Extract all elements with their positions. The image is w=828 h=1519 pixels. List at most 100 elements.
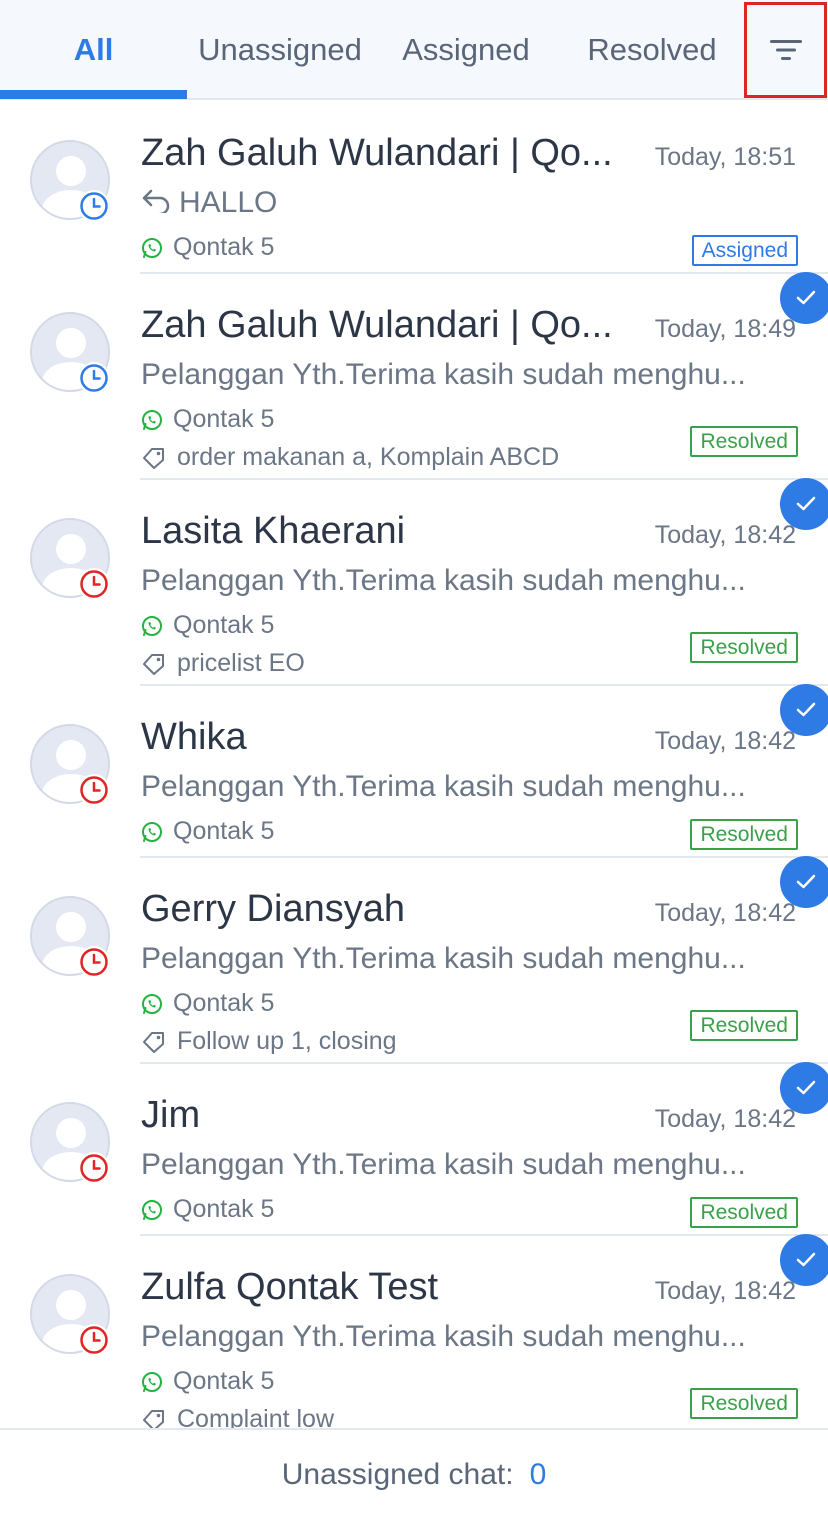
channel: Qontak 5 [141,817,274,846]
channel: Qontak 5 [141,233,274,262]
status-badge: Resolved [690,1388,798,1419]
whatsapp-icon [142,237,162,258]
last-message: Pelanggan Yth.Terima kasih sudah menghu.… [141,1148,791,1182]
contact-name: Whika [141,716,247,758]
last-message: HALLO [141,186,791,221]
checkmark-icon [780,1234,828,1286]
last-message: Pelanggan Yth.Terima kasih sudah menghu.… [141,770,791,804]
whatsapp-icon [142,993,162,1014]
conversation-item[interactable]: Zah Galuh Wulandari | Qo... Today, 18:49 P… [0,272,828,480]
conversation-item[interactable]: Zah Galuh Wulandari | Qo... Today, 18:51 … [0,102,828,274]
checkmark-icon [780,684,828,736]
channel: Qontak 5 [141,989,274,1018]
filter-icon [769,40,802,60]
reply-icon [141,187,171,221]
conversation-item[interactable]: Whika Today, 18:42 Pelanggan Yth.Terima ka… [0,684,828,858]
contact-name: Zah Galuh Wulandari | Qo... [141,304,613,346]
inbox-tabs: All Unassigned Assigned Resolved [0,0,828,100]
whatsapp-icon [142,1371,162,1392]
clock-icon [78,946,110,978]
message-time: Today, 18:42 [654,1277,796,1305]
tab-resolved[interactable]: Resolved [559,0,745,100]
status-badge: Resolved [690,632,798,663]
tab-assigned[interactable]: Assigned [373,0,559,100]
tag-list: Complaint low [177,1405,335,1428]
tags: Complaint low [141,1405,334,1428]
channel-name: Qontak 5 [173,817,275,845]
conversation-item[interactable]: Jim Today, 18:42 Pelanggan Yth.Terima kasi… [0,1062,828,1236]
channel: Qontak 5 [141,1367,274,1396]
channel-name: Qontak 5 [173,233,275,261]
contact-name: Gerry Diansyah [141,888,405,930]
tags: Follow up 1, closing [141,1027,397,1056]
last-message-text: Pelanggan Yth.Terima kasih sudah menghu.… [141,942,746,975]
whatsapp-icon [142,409,162,430]
conversation-list: Zah Galuh Wulandari | Qo... Today, 18:51 … [0,102,828,1428]
active-tab-indicator [0,90,187,99]
whatsapp-icon [142,1199,162,1220]
status-badge: Resolved [690,426,798,457]
last-message-text: Pelanggan Yth.Terima kasih sudah menghu.… [141,770,746,803]
message-time: Today, 18:42 [654,1105,796,1133]
tag-list: order makanan a, Komplain ABCD [177,443,560,471]
tags: pricelist EO [141,649,305,678]
clock-icon [78,568,110,600]
checkmark-icon [780,1062,828,1114]
last-message: Pelanggan Yth.Terima kasih sudah menghu.… [141,1320,791,1354]
message-time: Today, 18:51 [654,143,796,171]
checkmark-icon [780,272,828,324]
contact-name: Zah Galuh Wulandari | Qo... [141,132,613,174]
status-badge: Resolved [690,1010,798,1041]
last-message-text: HALLO [179,186,278,219]
last-message-text: Pelanggan Yth.Terima kasih sudah menghu.… [141,1320,746,1353]
channel: Qontak 5 [141,405,274,434]
last-message-text: Pelanggan Yth.Terima kasih sudah menghu.… [141,564,746,597]
message-time: Today, 18:49 [654,315,796,343]
channel: Qontak 5 [141,611,274,640]
checkmark-icon [780,856,828,908]
contact-name: Lasita Khaerani [141,510,406,552]
tags: order makanan a, Komplain ABCD [141,443,559,472]
clock-icon [78,190,110,222]
checkmark-icon [780,478,828,530]
unassigned-chat-label: Unassigned chat: [281,1457,514,1491]
clock-icon [78,1152,110,1184]
tag-icon [143,653,164,675]
unassigned-footer: Unassigned chat: 0 [0,1428,828,1519]
last-message-text: Pelanggan Yth.Terima kasih sudah menghu.… [141,1148,746,1181]
conversation-item[interactable]: Lasita Khaerani Today, 18:42 Pelanggan Yth… [0,478,828,686]
conversation-item[interactable]: Gerry Diansyah Today, 18:42 Pelanggan Yth.… [0,856,828,1064]
tag-icon [143,1031,164,1053]
last-message: Pelanggan Yth.Terima kasih sudah menghu.… [141,564,791,598]
message-time: Today, 18:42 [654,899,796,927]
channel-name: Qontak 5 [173,989,275,1017]
contact-name: Jim [141,1094,201,1136]
whatsapp-icon [142,615,162,636]
message-time: Today, 18:42 [654,521,796,549]
channel-name: Qontak 5 [173,1367,275,1395]
channel-name: Qontak 5 [173,1195,275,1223]
status-badge: Assigned [691,235,798,266]
unassigned-chat-count[interactable]: 0 [530,1458,547,1492]
clock-icon [78,1324,110,1356]
tab-unassigned[interactable]: Unassigned [187,0,373,100]
clock-icon [78,362,110,394]
whatsapp-icon [142,821,162,842]
conversation-item[interactable]: Zulfa Qontak Test Today, 18:42 Pelanggan Y… [0,1234,828,1428]
channel: Qontak 5 [141,1195,274,1224]
contact-name: Zulfa Qontak Test [141,1266,439,1308]
channel-name: Qontak 5 [173,405,275,433]
tag-icon [143,447,164,469]
filter-button[interactable] [744,2,827,98]
tag-list: Follow up 1, closing [177,1027,397,1055]
status-badge: Resolved [690,1197,798,1228]
last-message: Pelanggan Yth.Terima kasih sudah menghu.… [141,358,791,392]
tag-icon [143,1409,164,1428]
tag-list: pricelist EO [177,649,305,677]
tab-all[interactable]: All [0,0,187,100]
last-message-text: Pelanggan Yth.Terima kasih sudah menghu.… [141,358,746,391]
message-time: Today, 18:42 [654,727,796,755]
clock-icon [78,774,110,806]
last-message: Pelanggan Yth.Terima kasih sudah menghu.… [141,942,791,976]
channel-name: Qontak 5 [173,611,275,639]
